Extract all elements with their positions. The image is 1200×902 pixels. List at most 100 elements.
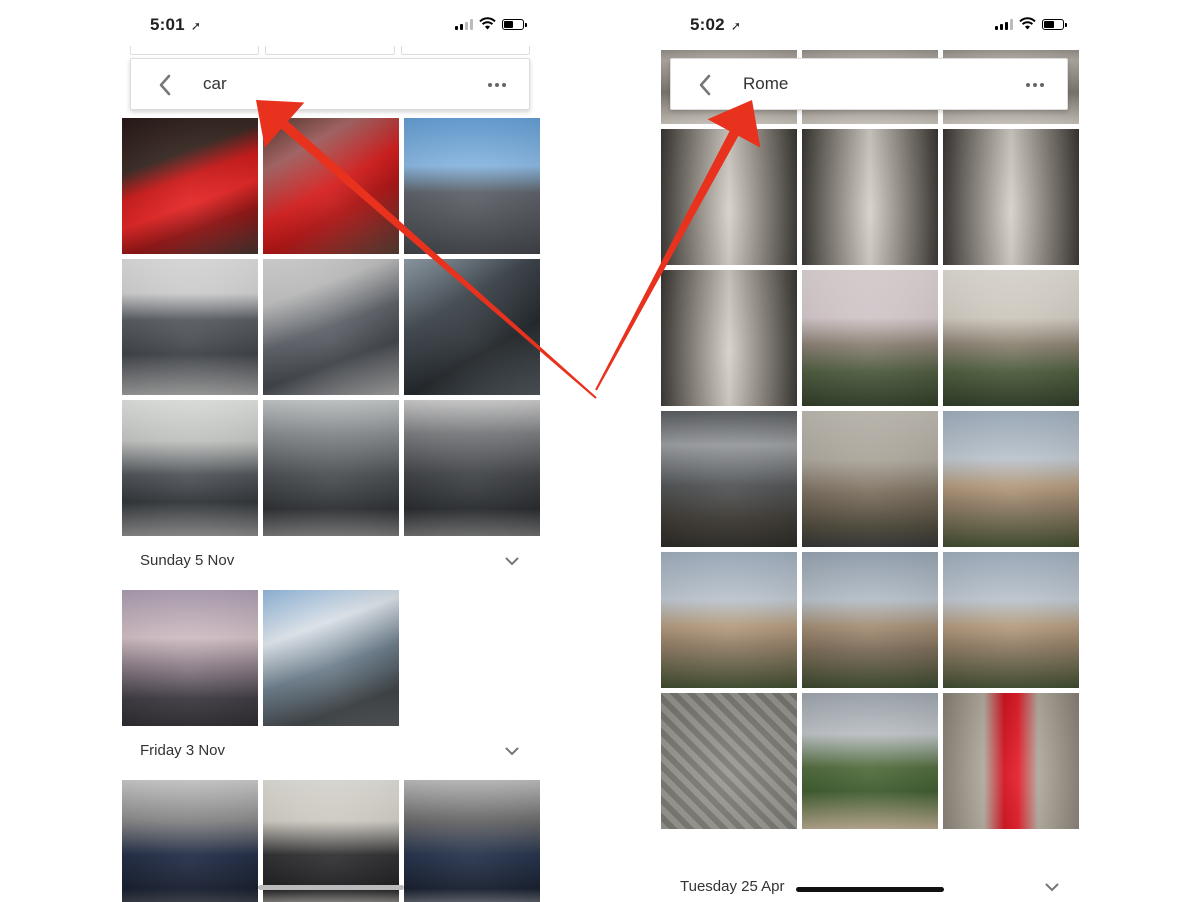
expand-section-button[interactable] — [502, 744, 522, 758]
photo-thumbnail[interactable] — [661, 693, 797, 829]
section-date-label: Friday 3 Nov — [140, 742, 226, 759]
land-rover-photo — [122, 780, 258, 902]
chevron-left-icon — [699, 74, 711, 96]
photo-thumbnail[interactable] — [802, 693, 938, 829]
wifi-icon — [1019, 17, 1036, 30]
photo-thumbnail[interactable] — [661, 129, 797, 265]
showroom-jeep-front-photo — [404, 400, 540, 536]
photo-thumbnail[interactable] — [943, 693, 1079, 829]
photo-thumbnail[interactable] — [661, 270, 797, 406]
street-dusk-photo — [122, 590, 258, 726]
photo-thumbnail[interactable] — [404, 259, 540, 395]
colonnade-photo — [661, 270, 797, 406]
showroom-jeep-photo — [122, 400, 258, 536]
photo-thumbnail[interactable] — [404, 118, 540, 254]
status-time: 5:01 — [150, 15, 185, 34]
cellular-signal-icon — [455, 18, 473, 30]
photo-thumbnail[interactable] — [122, 590, 258, 726]
rome-skyline-photo — [661, 411, 797, 547]
search-bar[interactable]: car — [130, 58, 530, 110]
rome-panorama-photo — [943, 270, 1079, 406]
photo-thumbnail[interactable] — [263, 400, 399, 536]
photo-thumbnail[interactable] — [263, 780, 399, 902]
showroom-jeep-front-photo — [263, 400, 399, 536]
wifi-icon — [479, 17, 496, 30]
jeep-interior-photo — [404, 259, 540, 395]
fire-hydrant-photo — [943, 693, 1079, 829]
land-rover-rear-photo — [263, 780, 399, 902]
battery-icon — [1042, 19, 1067, 30]
chevron-down-icon — [505, 557, 519, 565]
photo-thumbnail[interactable] — [661, 552, 797, 688]
expand-section-button[interactable] — [502, 554, 522, 568]
more-options-button[interactable] — [1021, 71, 1049, 99]
photo-thumbnail[interactable] — [943, 270, 1079, 406]
photo-thumbnail[interactable] — [122, 118, 258, 254]
section-photo-grid — [122, 590, 540, 726]
trajan-market-photo — [943, 552, 1079, 688]
photo-thumbnail[interactable] — [943, 552, 1079, 688]
date-section-header: Sunday 5 Nov — [120, 540, 540, 584]
date-section-header: Tuesday 25 Apr — [660, 864, 1080, 902]
status-icons — [995, 17, 1067, 30]
section-date-label: Sunday 5 Nov — [140, 552, 235, 569]
photo-thumbnail[interactable] — [661, 411, 797, 547]
expand-section-button[interactable] — [1042, 880, 1062, 894]
search-bar[interactable]: Rome — [670, 58, 1068, 110]
photo-thumbnail[interactable] — [943, 411, 1079, 547]
rome-panorama-photo — [802, 270, 938, 406]
search-results-grid — [122, 118, 540, 536]
trajan-market-photo — [802, 552, 938, 688]
back-button[interactable] — [691, 71, 719, 99]
red-ferrari-photo — [122, 118, 258, 254]
search-results-grid — [661, 18, 1079, 829]
status-time: 5:02 — [690, 15, 725, 34]
more-options-button[interactable] — [483, 71, 511, 99]
cellular-signal-icon — [995, 18, 1013, 30]
photo-thumbnail[interactable] — [263, 590, 399, 726]
photo-thumbnail[interactable] — [943, 129, 1079, 265]
chevron-left-icon — [159, 74, 171, 96]
battery-icon — [502, 19, 527, 30]
photo-thumbnail[interactable] — [122, 780, 258, 902]
section-photo-grid — [122, 780, 540, 902]
home-indicator[interactable] — [796, 887, 944, 892]
photo-thumbnail[interactable] — [263, 118, 399, 254]
colonnade-photo — [943, 129, 1079, 265]
photo-thumbnail[interactable] — [404, 780, 540, 902]
photo-thumbnail[interactable] — [263, 259, 399, 395]
previous-content-edge — [130, 46, 530, 56]
rome-skyline-photo — [802, 411, 938, 547]
colonnade-photo — [802, 129, 938, 265]
photo-thumbnail[interactable] — [802, 411, 938, 547]
chevron-down-icon — [1045, 883, 1059, 891]
home-indicator[interactable] — [258, 885, 404, 890]
photo-thumbnail[interactable] — [122, 259, 258, 395]
location-arrow-icon: ➚ — [190, 19, 202, 33]
red-ferrari-photo — [263, 118, 399, 254]
photo-thumbnail[interactable] — [404, 400, 540, 536]
phone-screen-left: 5:01 ➚ car Sunday 5 Nov Friday 3 Nov — [120, 0, 540, 902]
chevron-down-icon — [505, 747, 519, 755]
park-photo — [802, 693, 938, 829]
street-sunny-photo — [263, 590, 399, 726]
more-dots-icon — [1026, 83, 1044, 87]
status-bar: 5:01 ➚ — [120, 0, 540, 50]
photo-thumbnail[interactable] — [122, 400, 258, 536]
search-query[interactable]: Rome — [743, 74, 788, 94]
photo-thumbnail[interactable] — [802, 552, 938, 688]
status-icons — [455, 17, 527, 30]
rome-skyline-photo — [943, 411, 1079, 547]
city-street-photo — [404, 118, 540, 254]
jeep-compass-side-photo — [263, 259, 399, 395]
photo-thumbnail[interactable] — [802, 129, 938, 265]
status-bar: 5:02 ➚ — [660, 0, 1080, 50]
land-rover-front-photo — [404, 780, 540, 902]
phone-screen-right: 5:02 ➚ Rome Tuesday 25 Apr — [660, 0, 1080, 902]
search-query[interactable]: car — [203, 74, 227, 94]
back-button[interactable] — [151, 71, 179, 99]
photo-thumbnail[interactable] — [802, 270, 938, 406]
more-dots-icon — [488, 83, 506, 87]
jeep-compass-rear-photo — [122, 259, 258, 395]
manhole-cover-photo — [661, 693, 797, 829]
